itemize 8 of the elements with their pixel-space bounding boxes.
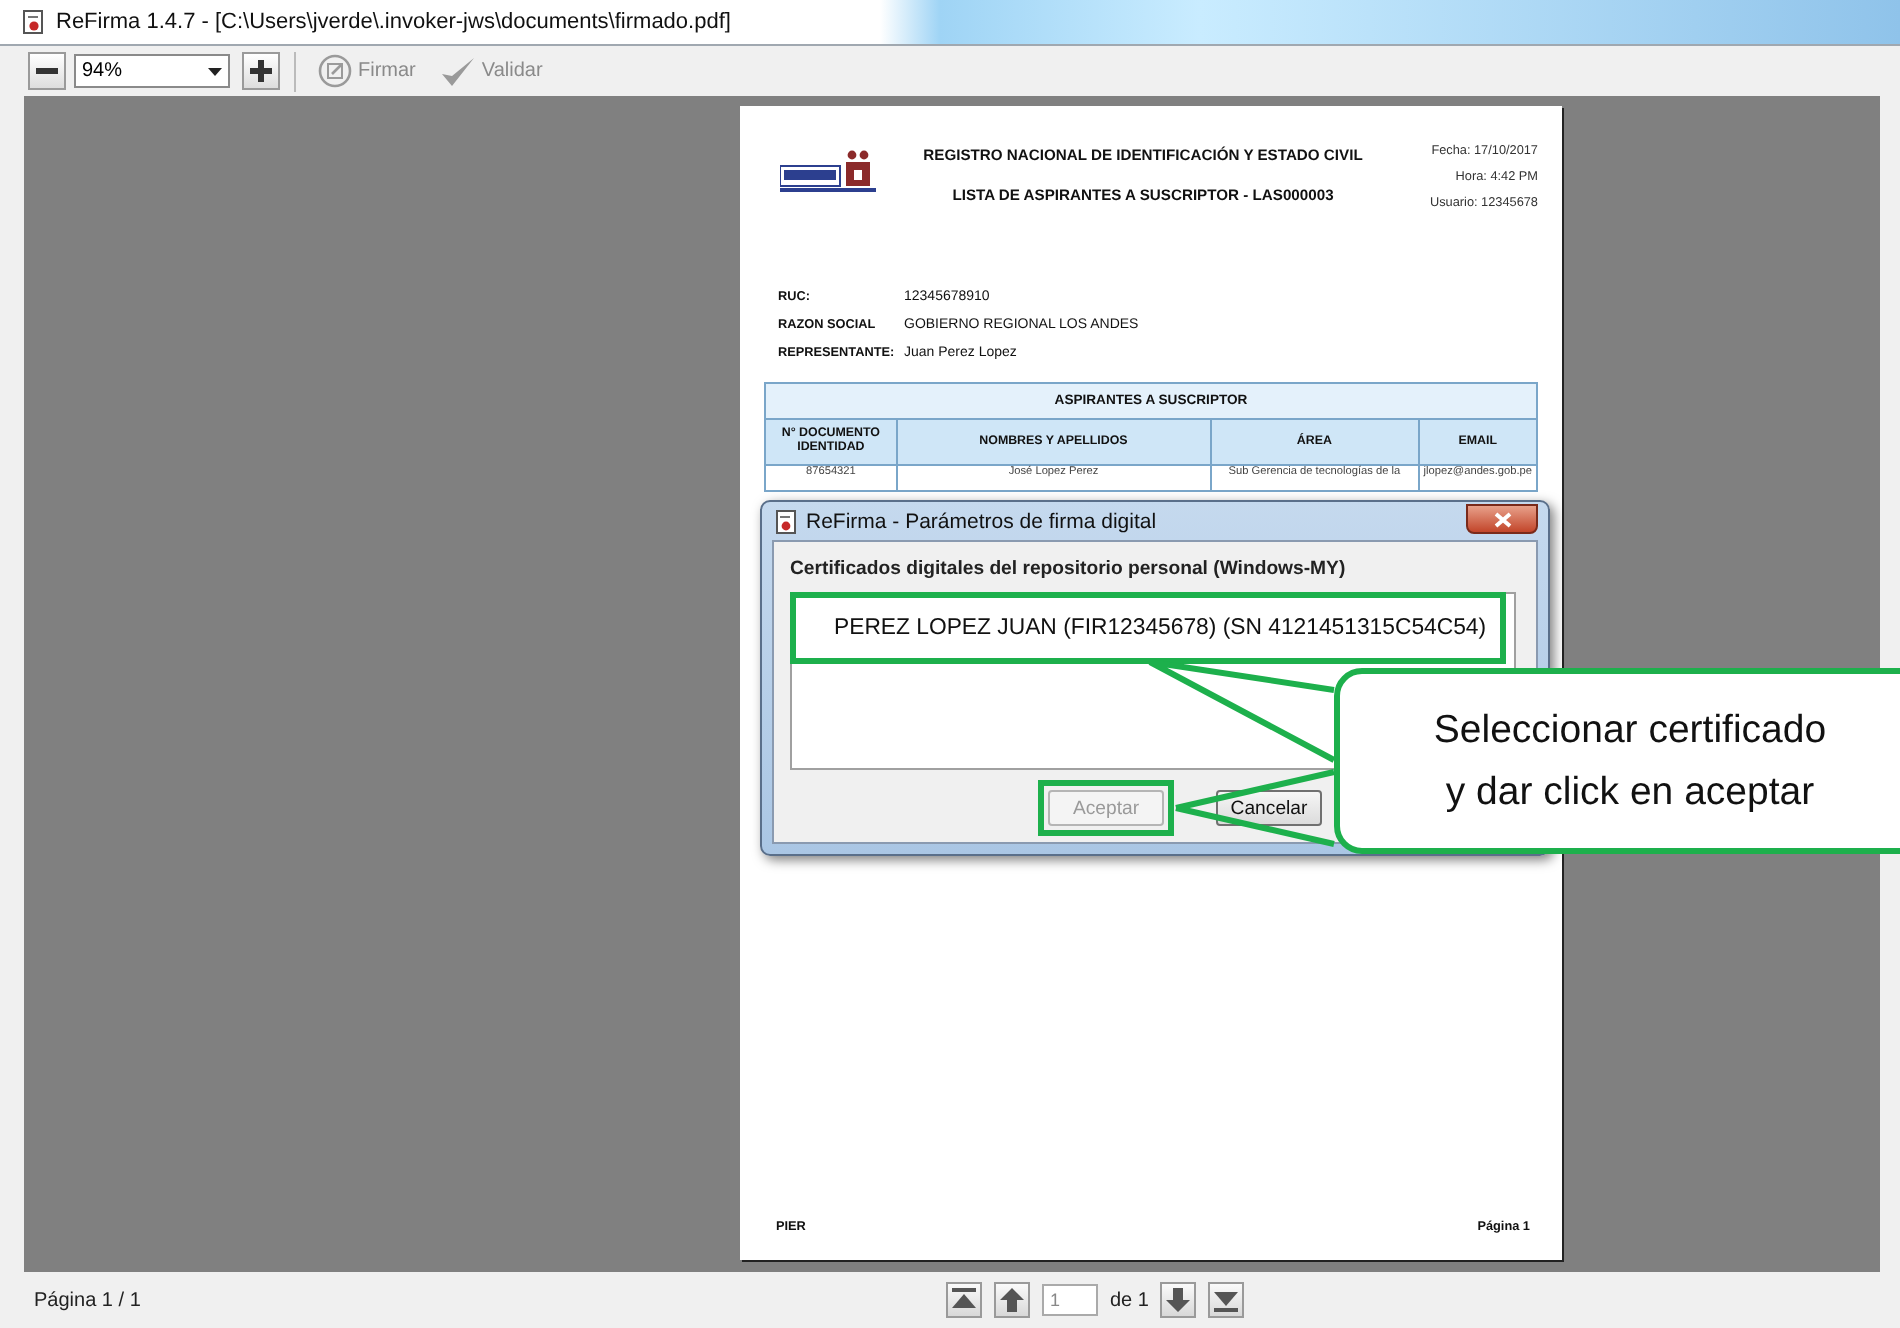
window-title: ReFirma 1.4.7 - [C:\Users\jverde\.invoker-jws\documents\firmado.pdf] — [56, 10, 731, 34]
dialog-title: ReFirma - Parámetros de firma digital — [806, 509, 1157, 533]
callout-text: Seleccionar certificado y dar click en aceptar — [1433, 705, 1827, 817]
page-field[interactable]: 1 — [1042, 1284, 1098, 1316]
group-label: Certificados digitales del repositorio personal (Windows-MY) — [790, 558, 1348, 580]
page-total: de 1 — [1110, 1289, 1149, 1311]
status-text: Página 1 / 1 — [34, 1289, 141, 1311]
zoom-dropdown[interactable]: 94% — [74, 54, 230, 88]
